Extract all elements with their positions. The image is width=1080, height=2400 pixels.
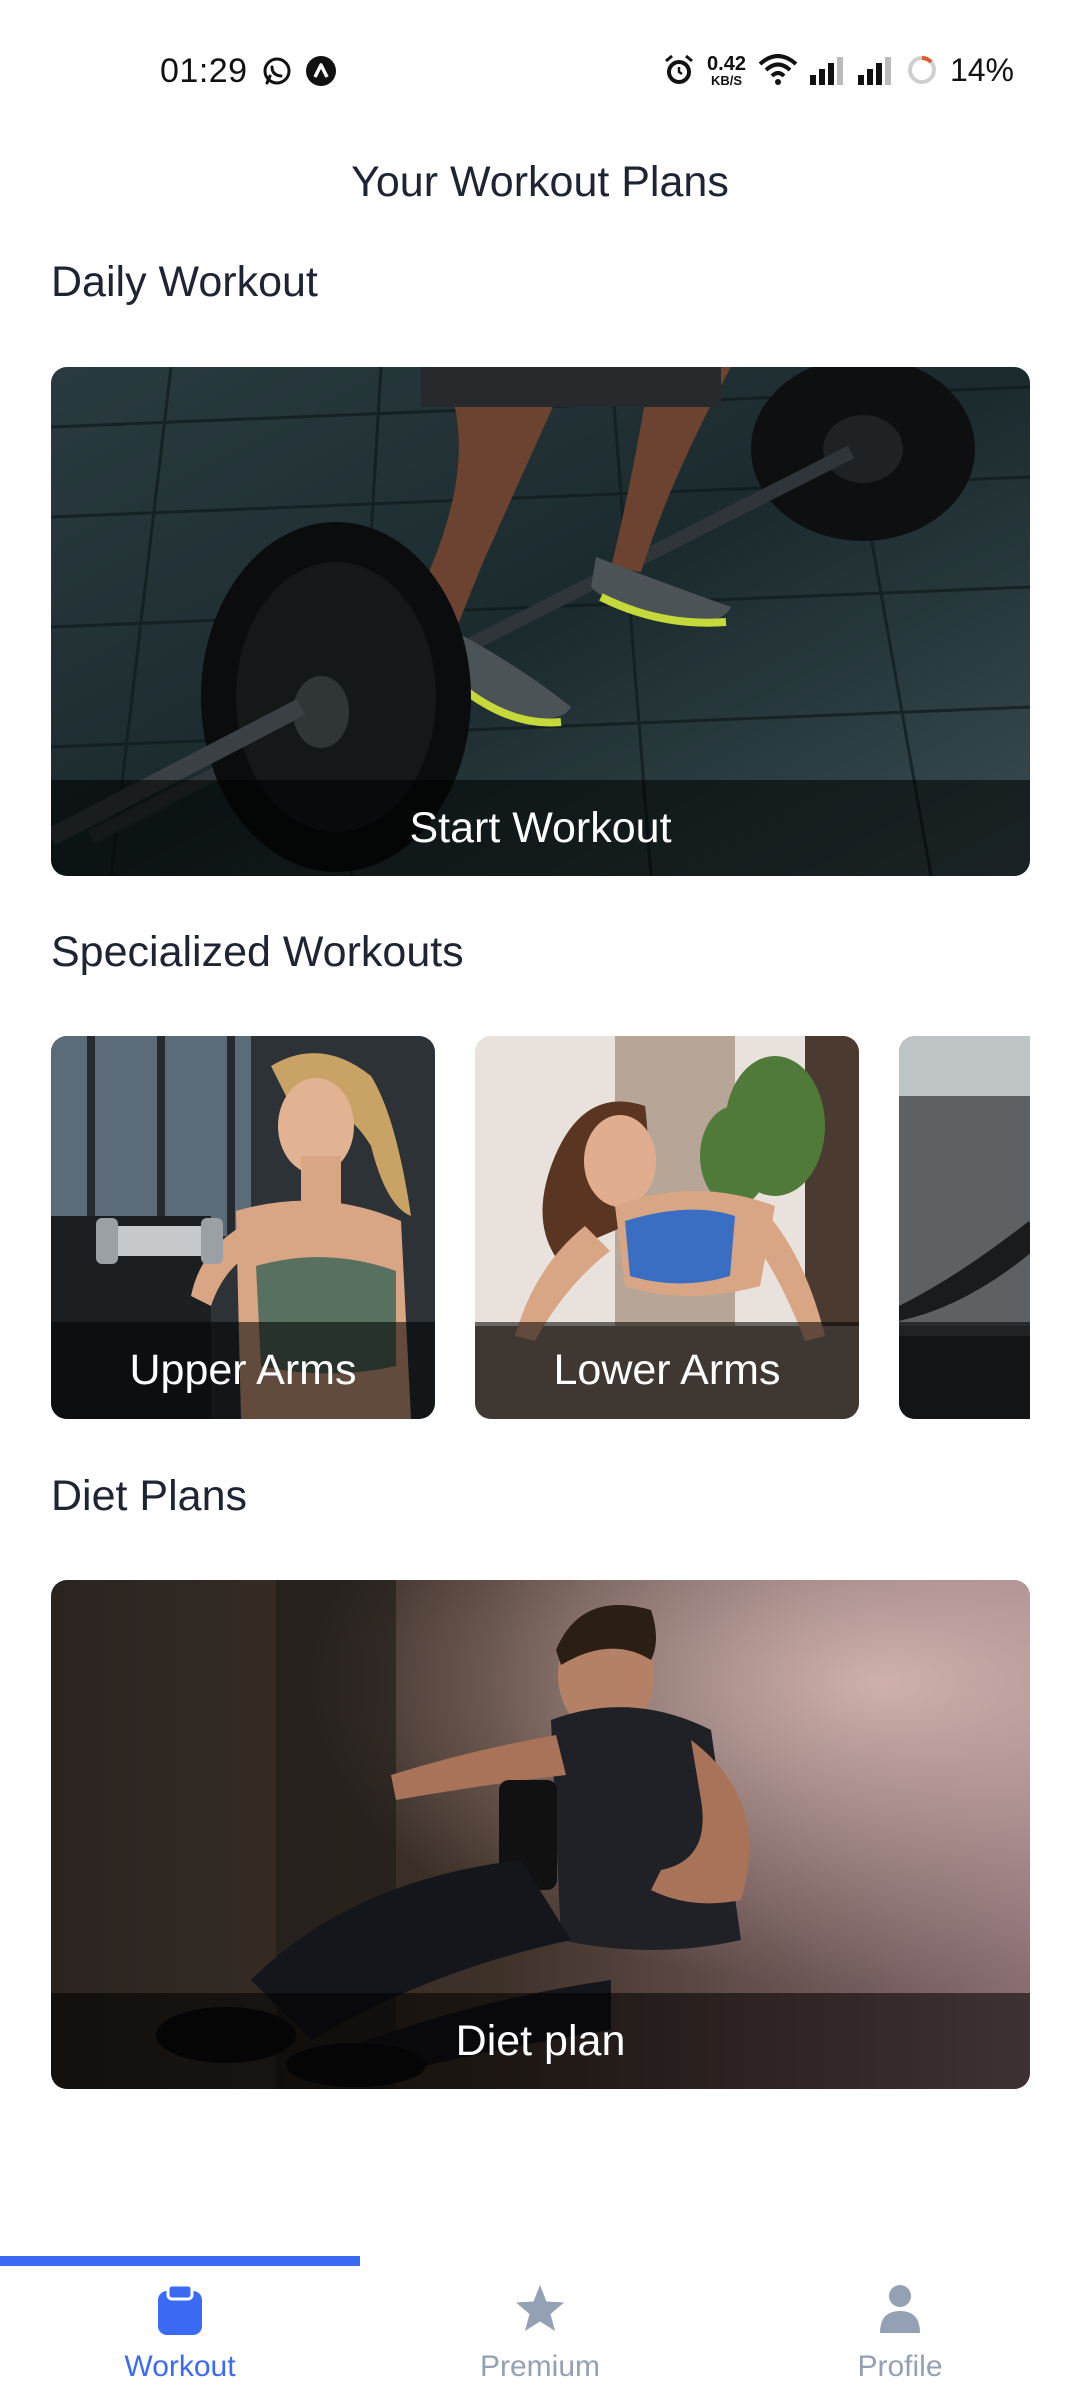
active-tab-indicator [0, 2256, 360, 2266]
person-icon [878, 2283, 922, 2340]
status-indicators: 0.42 KB/S 14% [663, 50, 1014, 90]
upper-arms-caption-bar: Upper Arms [51, 1322, 435, 1419]
star-icon [513, 2283, 567, 2340]
daily-workout-caption-bar: Start Workout [51, 780, 1030, 876]
start-workout-label: Start Workout [409, 803, 672, 852]
bottom-navigation: Workout Premium Profile [0, 2256, 1080, 2400]
signal-icon-1 [809, 55, 846, 85]
diet-plans-heading: Diet Plans [51, 1472, 247, 1520]
specialized-workout-card-3[interactable] [899, 1036, 1030, 1419]
lower-arms-label: Lower Arms [553, 1346, 781, 1394]
nav-tab-workout[interactable]: Workout [0, 2266, 360, 2400]
network-speed-value: 0.42 [707, 52, 746, 75]
network-speed-unit: KB/S [710, 72, 743, 88]
diet-plan-caption-bar: Diet plan [51, 1993, 1030, 2089]
diet-plan-label: Diet plan [455, 2016, 626, 2065]
nav-tab-premium[interactable]: Premium [360, 2266, 720, 2400]
nav-tab-profile-label: Profile [857, 2349, 943, 2383]
network-speed: 0.42 KB/S [707, 54, 746, 87]
upper-arms-card[interactable]: Upper Arms [51, 1036, 435, 1419]
lower-arms-caption-bar: Lower Arms [475, 1322, 859, 1419]
battery-percent: 14% [949, 51, 1014, 88]
status-bar: 01:29 0.42 KB/S 14% [0, 0, 1080, 140]
lower-arms-card[interactable]: Lower Arms [475, 1036, 859, 1419]
nav-tab-workout-label: Workout [124, 2349, 236, 2383]
nav-tab-premium-label: Premium [479, 2349, 600, 2383]
specialized-workout-3-caption-bar [899, 1322, 1030, 1419]
clipboard-icon [156, 2283, 204, 2340]
upper-arms-label: Upper Arms [129, 1346, 357, 1394]
nav-tab-profile[interactable]: Profile [720, 2266, 1080, 2400]
daily-workout-card[interactable]: Start Workout [51, 367, 1030, 876]
wifi-icon [758, 54, 798, 86]
status-time: 01:29 [160, 52, 248, 90]
specialized-workouts-heading: Specialized Workouts [51, 928, 464, 976]
diet-plan-card[interactable]: Diet plan [51, 1580, 1030, 2089]
whatsapp-icon [262, 56, 292, 86]
app-a-icon [306, 56, 336, 86]
battery-ring-icon [906, 54, 938, 86]
alarm-icon [663, 53, 695, 87]
specialized-workouts-carousel[interactable]: Upper Arms Lower Arms [51, 1036, 1030, 1419]
daily-workout-heading: Daily Workout [51, 258, 318, 306]
page-title: Your Workout Plans [351, 158, 729, 206]
signal-icon-2 [857, 55, 894, 85]
